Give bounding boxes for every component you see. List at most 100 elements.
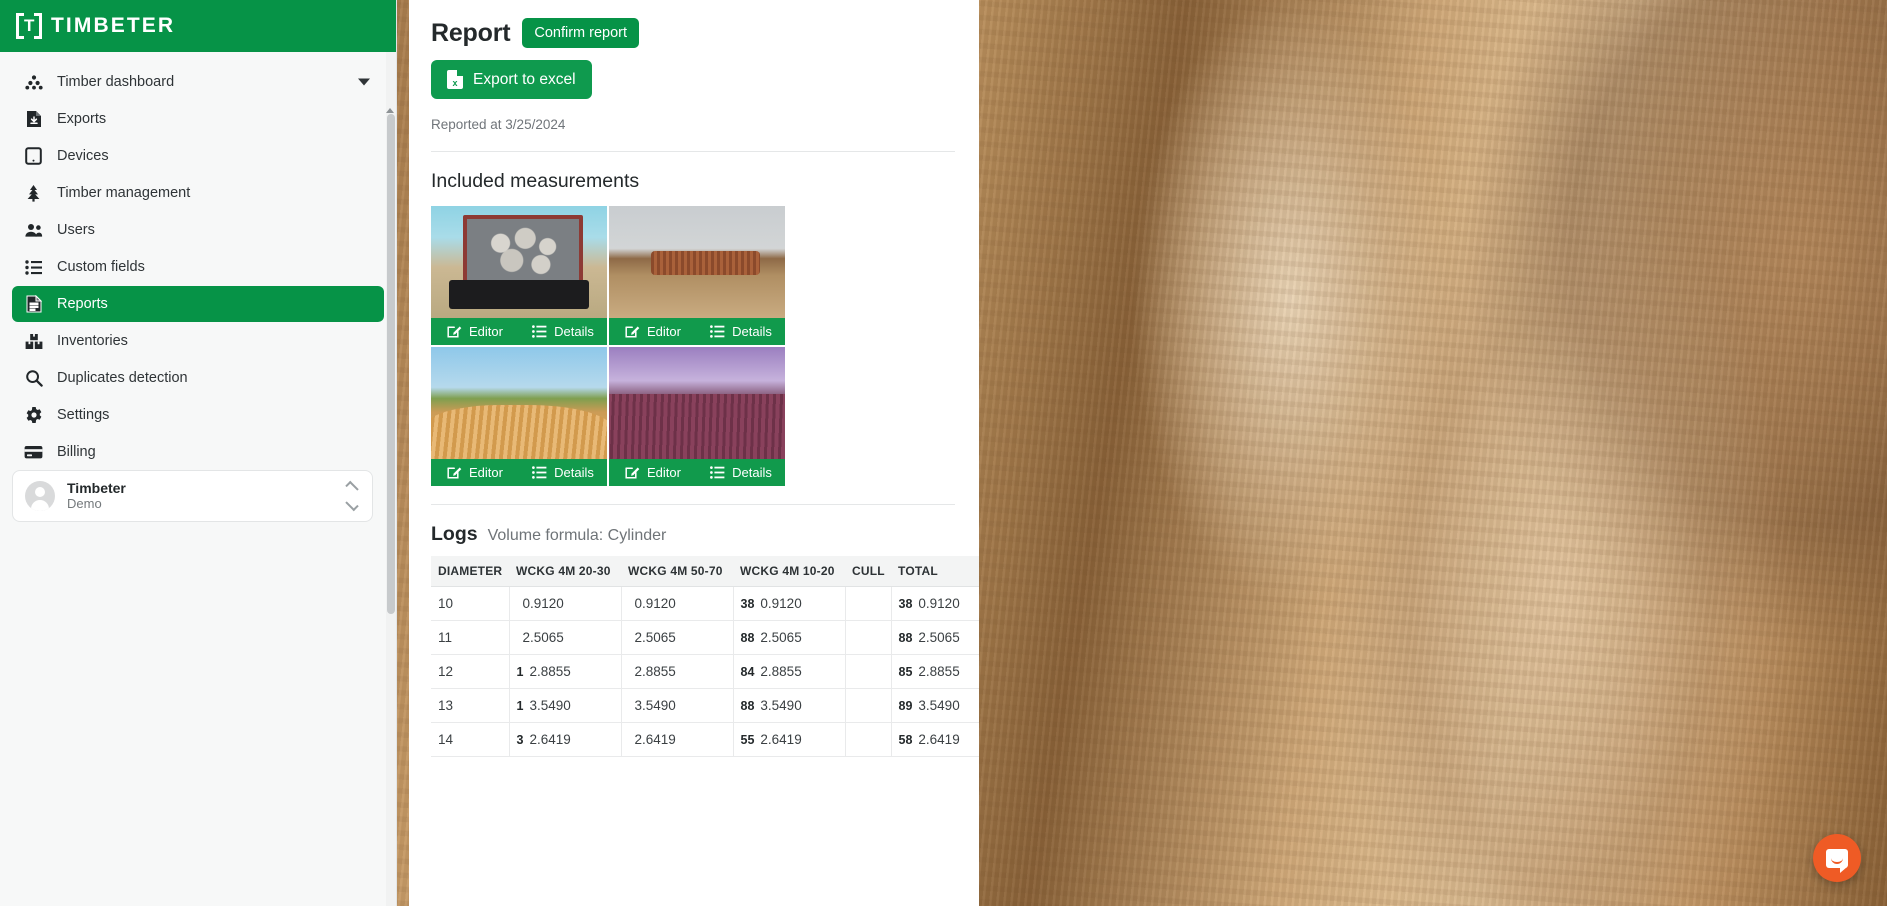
edit-icon — [625, 324, 640, 339]
cell-value: 3.5490 — [918, 698, 960, 713]
cell-wckg-20-30: 2.5065 — [509, 620, 622, 655]
sidebar-item-label: Billing — [57, 444, 96, 460]
cell-cull — [845, 722, 892, 757]
cell-wckg-10-20: 55 2.6419 — [733, 722, 846, 757]
editor-button[interactable]: Editor — [431, 318, 519, 345]
sidebar-item-exports[interactable]: Exports — [12, 101, 384, 137]
sidebar-scrollbar-thumb[interactable] — [387, 114, 395, 614]
measurement-card[interactable]: Editor Details — [431, 206, 607, 345]
cell-value: 3.5490 — [529, 698, 571, 713]
editor-button[interactable]: Editor — [431, 459, 519, 486]
details-label: Details — [732, 324, 772, 339]
sidebar-item-timber-management[interactable]: Timber management — [12, 175, 384, 211]
chevron-down-icon[interactable] — [358, 78, 370, 86]
sidebar: T TIMBETER Timber dashboard Exports Device… — [0, 0, 397, 906]
cell-count: 55 — [740, 733, 755, 747]
chevron-up-down-icon — [345, 480, 360, 512]
cell-value: 3.5490 — [760, 698, 802, 713]
user-role: Demo — [67, 495, 102, 511]
cell-value: 0.9120 — [634, 596, 676, 611]
user-name: Timbeter — [67, 479, 126, 496]
measurement-thumbnail[interactable] — [431, 206, 607, 318]
sidebar-item-label: Users — [57, 222, 95, 238]
logs-volume-formula: Volume formula: Cylinder — [487, 527, 667, 544]
cell-wckg-50-70: 2.6419 — [621, 722, 734, 757]
cell-diameter: 10 — [431, 586, 510, 621]
sidebar-nav: Timber dashboard Exports Devices Timber man… — [0, 52, 396, 470]
sidebar-item-label: Custom fields — [57, 259, 145, 275]
cell-value: 2.6419 — [760, 732, 802, 747]
sidebar-item-settings[interactable]: Settings — [12, 397, 384, 433]
editor-button[interactable]: Editor — [609, 459, 697, 486]
cell-value: 0.9120 — [760, 596, 802, 611]
report-panel: Report Confirm report x Export to excel … — [409, 0, 979, 906]
cell-total: 85 2.8855 — [891, 654, 979, 689]
sidebar-item-inventories[interactable]: Inventories — [12, 323, 384, 359]
scrollbar-up-arrow-icon[interactable] — [386, 108, 394, 113]
measurement-thumbnail[interactable] — [609, 206, 785, 318]
sidebar-scrollbar[interactable] — [386, 52, 396, 906]
sidebar-item-label: Timber management — [57, 185, 191, 201]
cell-wckg-10-20: 88 3.5490 — [733, 688, 846, 723]
sidebar-item-custom-fields[interactable]: Custom fields — [12, 249, 384, 285]
confirm-report-button[interactable]: Confirm report — [522, 18, 640, 48]
editor-button[interactable]: Editor — [609, 318, 697, 345]
intercom-chat-button[interactable] — [1813, 834, 1861, 882]
cell-wckg-10-20: 88 2.5065 — [733, 620, 846, 655]
measurement-card[interactable]: Editor Details — [609, 206, 785, 345]
cell-wckg-50-70: 3.5490 — [621, 688, 734, 723]
details-button[interactable]: Details — [697, 318, 785, 345]
cell-value: 3.5490 — [634, 698, 676, 713]
cell-value: 2.5065 — [760, 630, 802, 645]
cell-cull — [845, 620, 892, 655]
sidebar-item-label: Duplicates detection — [57, 370, 188, 386]
chat-bubble-icon — [1826, 848, 1848, 873]
timbeter-logo-icon: T — [16, 13, 42, 39]
credit-card-icon — [24, 443, 43, 462]
cell-count: 38 — [740, 597, 755, 611]
export-to-excel-button[interactable]: x Export to excel — [431, 60, 592, 99]
measurement-thumbnail[interactable] — [609, 347, 785, 459]
cell-count: 38 — [898, 597, 913, 611]
table-row: 14 3 2.6419 2.6419 55 2.6419 58 2.6419 — [431, 722, 979, 757]
cell-value: 0.9120 — [918, 596, 960, 611]
sidebar-item-billing[interactable]: Billing — [12, 434, 384, 470]
sidebar-item-reports[interactable]: Reports — [12, 286, 384, 322]
logs-table-header-row: DIAMETER WCKG 4M 20-30 WCKG 4M 50-70 WCKG 4… — [431, 556, 979, 587]
measurement-card[interactable]: Editor Details — [609, 347, 785, 486]
cell-wckg-10-20: 38 0.9120 — [733, 586, 846, 621]
user-account-card[interactable]: Timbeter Demo — [12, 470, 373, 522]
boxes-icon — [24, 332, 43, 351]
measurement-thumbnail[interactable] — [431, 347, 607, 459]
cell-value: 2.6419 — [529, 732, 571, 747]
tablet-icon — [24, 147, 43, 166]
details-label: Details — [554, 465, 594, 480]
cell-diameter: 13 — [431, 688, 510, 723]
cell-diameter: 14 — [431, 722, 510, 757]
details-button[interactable]: Details — [519, 318, 607, 345]
measurement-card[interactable]: Editor Details — [431, 347, 607, 486]
details-button[interactable]: Details — [519, 459, 607, 486]
details-button[interactable]: Details — [697, 459, 785, 486]
cell-total: 38 0.9120 — [891, 586, 979, 621]
sidebar-item-users[interactable]: Users — [12, 212, 384, 248]
logs-header: Logs Volume formula: Cylinder — [431, 523, 955, 546]
sidebar-item-duplicates-detection[interactable]: Duplicates detection — [12, 360, 384, 396]
report-header: Report Confirm report — [431, 18, 955, 48]
cell-value: 2.8855 — [918, 664, 960, 679]
sidebar-item-timber-dashboard[interactable]: Timber dashboard — [12, 64, 384, 100]
brand-bar: T TIMBETER — [0, 0, 396, 52]
divider — [431, 151, 955, 152]
cell-count: 1 — [516, 665, 524, 679]
logo-letter: T — [24, 16, 35, 35]
cell-total: 58 2.6419 — [891, 722, 979, 757]
stack-icon — [24, 73, 43, 92]
sidebar-item-devices[interactable]: Devices — [12, 138, 384, 174]
tree-icon — [24, 184, 43, 203]
gear-icon — [24, 406, 43, 425]
cell-value: 0.9120 — [522, 596, 564, 611]
editor-label: Editor — [647, 465, 681, 480]
measurement-actions: Editor Details — [609, 459, 785, 486]
edit-icon — [625, 465, 640, 480]
timbeter-logo[interactable]: T TIMBETER — [16, 13, 175, 39]
